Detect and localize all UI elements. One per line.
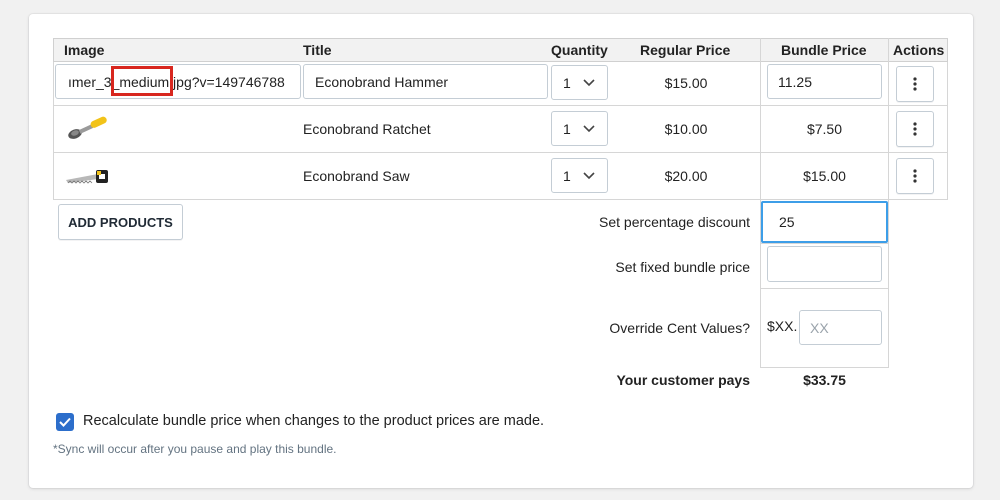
row-actions-button[interactable]	[896, 66, 934, 102]
quantity-select[interactable]: 1	[551, 65, 608, 100]
chevron-down-icon	[583, 124, 595, 132]
regular-price: $15.00	[664, 75, 708, 91]
row-divider	[53, 105, 948, 106]
fixed-bundle-price-input[interactable]	[767, 246, 882, 282]
table-border-right	[947, 62, 948, 200]
percentage-discount-input[interactable]: 25	[761, 201, 888, 243]
bundle-price: $7.50	[806, 121, 843, 137]
sync-note: *Sync will occur after you pause and pla…	[53, 442, 337, 456]
settings-divider	[760, 367, 889, 368]
add-products-button[interactable]: ADD PRODUCTS	[58, 204, 183, 240]
more-vertical-icon	[913, 169, 917, 183]
quantity-value: 1	[563, 167, 571, 184]
bundle-price-input[interactable]: 11.25	[767, 64, 882, 99]
quantity-select[interactable]: 1	[551, 158, 608, 193]
settings-divider	[760, 243, 889, 244]
customer-pays-value: $33.75	[803, 372, 846, 388]
quantity-value: 1	[563, 120, 571, 137]
chevron-down-icon	[583, 171, 595, 179]
image-url-input[interactable]: ımer_3_medium.jpg?v=149746788	[55, 64, 301, 99]
row-title: Econobrand Ratchet	[303, 121, 431, 137]
more-vertical-icon	[913, 122, 917, 136]
header-actions: Actions	[893, 42, 945, 58]
fixed-bundle-price-label: Set fixed bundle price	[615, 259, 750, 275]
header-bundle-price: Bundle Price	[781, 42, 867, 58]
header-quantity: Quantity	[551, 42, 608, 58]
title-input[interactable]: Econobrand Hammer	[303, 64, 548, 99]
row-actions-button[interactable]	[896, 111, 934, 147]
row-divider	[53, 152, 948, 153]
row-actions-button[interactable]	[896, 158, 934, 194]
header-image: Image	[64, 42, 105, 58]
cent-prefix: $XX.	[767, 318, 798, 334]
settings-divider	[760, 288, 889, 289]
quantity-select[interactable]: 1	[551, 111, 608, 146]
bundle-column-right-border	[888, 38, 889, 368]
table-border-left	[53, 62, 54, 200]
percentage-discount-label: Set percentage discount	[599, 214, 750, 230]
recalculate-checkbox[interactable]	[56, 413, 74, 431]
header-title: Title	[303, 42, 332, 58]
override-cent-values-label: Override Cent Values?	[609, 320, 750, 336]
saw-image	[64, 166, 110, 191]
customer-pays-label: Your customer pays	[616, 372, 750, 388]
row-title: Econobrand Saw	[303, 168, 410, 184]
highlight-box	[111, 66, 173, 96]
recalculate-label: Recalculate bundle price when changes to…	[83, 413, 545, 429]
bundle-price: $15.00	[803, 168, 846, 184]
checkmark-icon	[59, 417, 71, 427]
chevron-down-icon	[583, 78, 595, 86]
regular-price: $20.00	[664, 168, 708, 184]
quantity-value: 1	[563, 74, 571, 91]
ratchet-image	[64, 114, 110, 147]
more-vertical-icon	[913, 77, 917, 91]
header-regular-price: Regular Price	[640, 42, 731, 58]
regular-price: $10.00	[664, 121, 708, 137]
row-divider	[53, 199, 948, 200]
cent-values-input[interactable]: XX	[799, 310, 882, 345]
